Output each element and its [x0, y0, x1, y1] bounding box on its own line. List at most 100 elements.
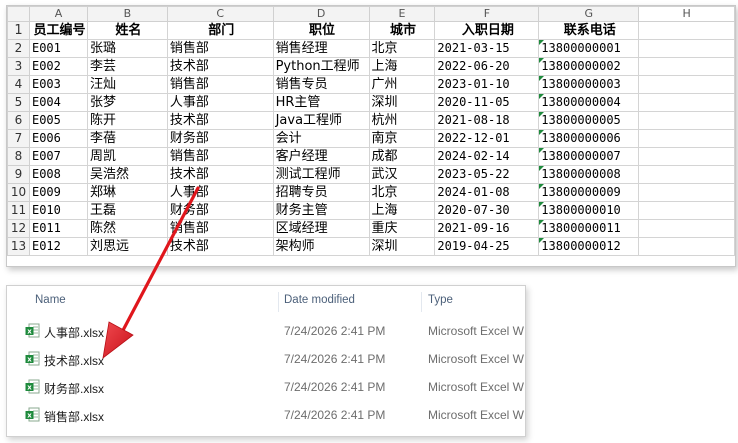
cell-city[interactable]: 南京 — [368, 129, 436, 148]
column-header-h[interactable]: H — [638, 6, 735, 22]
cell-position[interactable]: 财务主管 — [272, 201, 370, 220]
cell-position[interactable]: 客户经理 — [272, 147, 370, 166]
cell-department[interactable]: 人事部 — [166, 183, 274, 202]
cell-hire-date[interactable]: 2020-07-30 — [434, 201, 540, 220]
row-number[interactable]: 13 — [7, 237, 30, 256]
cell-hire-date[interactable]: 2021-03-15 — [434, 39, 540, 58]
cell-city[interactable]: 上海 — [368, 201, 436, 220]
cell-position[interactable]: Java工程师 — [272, 111, 370, 130]
cell-phone[interactable]: 13800000007 — [538, 147, 640, 166]
cell-hire-date[interactable]: 2022-06-20 — [434, 57, 540, 76]
row-number[interactable]: 12 — [7, 219, 30, 238]
cell-name[interactable]: 周凯 — [86, 147, 168, 166]
cell-name[interactable]: 吴浩然 — [86, 165, 168, 184]
row-number[interactable]: 8 — [7, 147, 30, 166]
cell-city[interactable]: 北京 — [368, 39, 436, 58]
cell-employee-id[interactable]: E002 — [28, 57, 88, 76]
cell-employee-id[interactable]: E012 — [28, 237, 88, 256]
row-number[interactable]: 6 — [7, 111, 30, 130]
cell-position[interactable]: 销售经理 — [272, 39, 370, 58]
header-cell-department[interactable]: 部门 — [166, 21, 274, 40]
cell-department[interactable]: 技术部 — [166, 57, 274, 76]
cell-department[interactable]: 销售部 — [166, 75, 274, 94]
column-header-f[interactable]: F — [434, 6, 540, 22]
cell-name[interactable]: 李芸 — [86, 57, 168, 76]
row-number[interactable]: 3 — [7, 57, 30, 76]
cell-city[interactable]: 上海 — [368, 57, 436, 76]
column-header-c[interactable]: C — [166, 6, 274, 22]
cell-phone[interactable]: 13800000006 — [538, 129, 640, 148]
column-header-d[interactable]: D — [272, 6, 370, 22]
column-header-a[interactable]: A — [28, 6, 88, 22]
file-list-item[interactable]: x 技术部.xlsx 7/24/2026 2:41 PM Microsoft Exce… — [7, 348, 525, 370]
cell-hire-date[interactable]: 2023-05-22 — [434, 165, 540, 184]
column-header-name[interactable]: Name — [35, 294, 66, 306]
cell-employee-id[interactable]: E006 — [28, 129, 88, 148]
empty-cell[interactable] — [638, 237, 735, 256]
cell-phone[interactable]: 13800000002 — [538, 57, 640, 76]
empty-cell[interactable] — [638, 111, 735, 130]
cell-name[interactable]: 张璐 — [86, 39, 168, 58]
cell-city[interactable]: 深圳 — [368, 237, 436, 256]
cell-department[interactable]: 技术部 — [166, 165, 274, 184]
column-divider[interactable] — [278, 292, 279, 312]
cell-department[interactable]: 财务部 — [166, 129, 274, 148]
cell-employee-id[interactable]: E010 — [28, 201, 88, 220]
cell-employee-id[interactable]: E001 — [28, 39, 88, 58]
cell-name[interactable]: 王磊 — [86, 201, 168, 220]
row-number[interactable]: 7 — [7, 129, 30, 148]
file-list-item[interactable]: x 人事部.xlsx 7/24/2026 2:41 PM Microsoft Exce… — [7, 320, 525, 342]
header-cell-position[interactable]: 职位 — [272, 21, 370, 40]
cell-name[interactable]: 李蓓 — [86, 129, 168, 148]
cell-employee-id[interactable]: E011 — [28, 219, 88, 238]
cell-city[interactable]: 北京 — [368, 183, 436, 202]
file-name[interactable]: 财务部.xlsx — [44, 380, 104, 397]
cell-hire-date[interactable]: 2024-01-08 — [434, 183, 540, 202]
cell-city[interactable]: 广州 — [368, 75, 436, 94]
cell-position[interactable]: 销售专员 — [272, 75, 370, 94]
cell-position[interactable]: 架构师 — [272, 237, 370, 256]
cell-phone[interactable]: 13800000009 — [538, 183, 640, 202]
header-cell-phone[interactable]: 联系电话 — [538, 21, 640, 40]
cell-employee-id[interactable]: E005 — [28, 111, 88, 130]
cell-employee-id[interactable]: E004 — [28, 93, 88, 112]
column-header-date-modified[interactable]: Date modified — [284, 294, 355, 306]
cell-department[interactable]: 销售部 — [166, 147, 274, 166]
cell-hire-date[interactable]: 2020-11-05 — [434, 93, 540, 112]
cell-city[interactable]: 成都 — [368, 147, 436, 166]
empty-cell[interactable] — [638, 57, 735, 76]
cell-employee-id[interactable]: E007 — [28, 147, 88, 166]
file-list-item[interactable]: x 财务部.xlsx 7/24/2026 2:41 PM Microsoft Exce… — [7, 376, 525, 398]
cell-phone[interactable]: 13800000003 — [538, 75, 640, 94]
cell-department[interactable]: 技术部 — [166, 111, 274, 130]
column-header-g[interactable]: G — [538, 6, 640, 22]
cell-name[interactable]: 陈开 — [86, 111, 168, 130]
cell-phone[interactable]: 13800000008 — [538, 165, 640, 184]
cell-position[interactable]: 区域经理 — [272, 219, 370, 238]
cell-name[interactable]: 汪灿 — [86, 75, 168, 94]
header-cell-employee-id[interactable]: 员工编号 — [28, 21, 88, 40]
cell-name[interactable]: 张梦 — [86, 93, 168, 112]
cell-employee-id[interactable]: E009 — [28, 183, 88, 202]
empty-cell[interactable] — [638, 39, 735, 58]
column-header-type[interactable]: Type — [428, 294, 453, 306]
empty-cell[interactable] — [638, 75, 735, 94]
file-name[interactable]: 销售部.xlsx — [44, 408, 104, 425]
cell-department[interactable]: 财务部 — [166, 201, 274, 220]
cell-department[interactable]: 销售部 — [166, 39, 274, 58]
cell-department[interactable]: 技术部 — [166, 237, 274, 256]
empty-cell[interactable] — [638, 129, 735, 148]
cell-position[interactable]: HR主管 — [272, 93, 370, 112]
row-number[interactable]: 5 — [7, 93, 30, 112]
cell-hire-date[interactable]: 2022-12-01 — [434, 129, 540, 148]
empty-cell[interactable] — [638, 183, 735, 202]
empty-cell[interactable] — [638, 165, 735, 184]
header-cell-name[interactable]: 姓名 — [86, 21, 168, 40]
column-divider[interactable] — [421, 292, 422, 312]
cell-phone[interactable]: 13800000004 — [538, 93, 640, 112]
empty-cell[interactable] — [638, 147, 735, 166]
row-number[interactable]: 9 — [7, 165, 30, 184]
select-all-corner[interactable] — [7, 6, 30, 22]
cell-phone[interactable]: 13800000011 — [538, 219, 640, 238]
file-list-item[interactable]: x 销售部.xlsx 7/24/2026 2:41 PM Microsoft Exce… — [7, 404, 525, 426]
